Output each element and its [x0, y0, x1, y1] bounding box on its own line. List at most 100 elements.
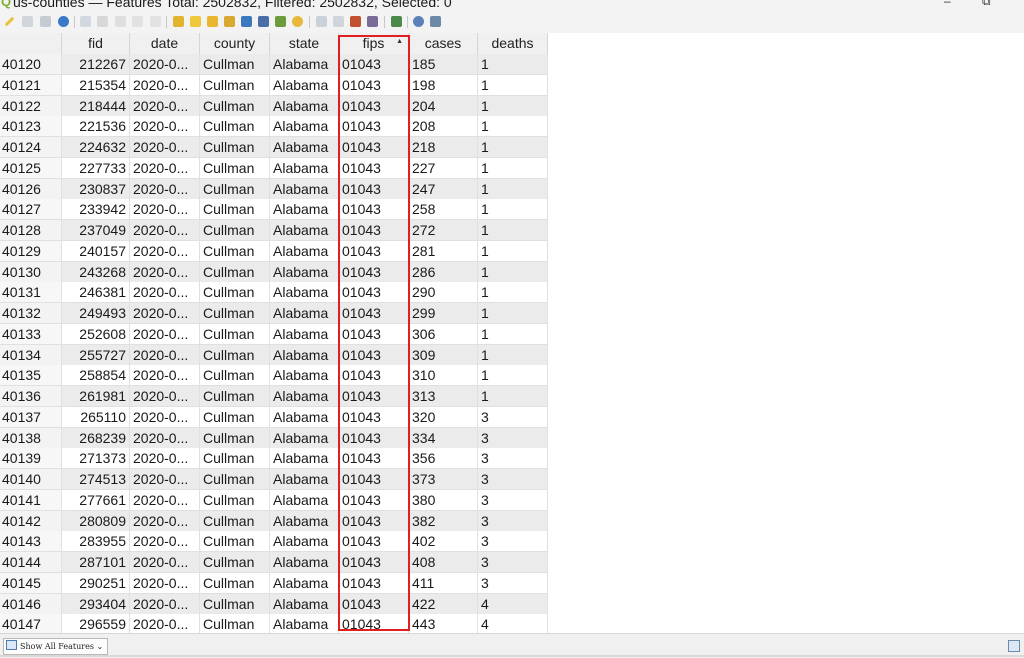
cell-state[interactable]: Alabama	[270, 303, 339, 324]
cell-state[interactable]: Alabama	[270, 116, 339, 138]
cell-cases[interactable]: 272	[409, 220, 478, 241]
cell-deaths[interactable]: 1	[478, 323, 548, 345]
cell-fips[interactable]: 01043	[339, 406, 409, 428]
cell-fid[interactable]: 212267	[62, 54, 130, 75]
cell-fid[interactable]: 237049	[62, 220, 130, 241]
table-row[interactable]: 40144 287101 2020-0... Cullman Alabama 01043 4…	[0, 552, 548, 573]
cell-deaths[interactable]: 1	[478, 344, 548, 366]
cell-cases[interactable]: 373	[409, 469, 478, 490]
cell-fid[interactable]: 268239	[62, 427, 130, 449]
cell-fid[interactable]: 283955	[62, 531, 130, 553]
cell-cases[interactable]: 411	[409, 572, 478, 594]
cell-fips[interactable]: 01043	[339, 157, 409, 179]
cell-date[interactable]: 2020-0...	[130, 531, 200, 553]
cell-fips[interactable]: 01043	[339, 137, 409, 158]
cell-fid[interactable]: 227733	[62, 157, 130, 179]
cell-cases[interactable]: 382	[409, 510, 478, 532]
cell-state[interactable]: Alabama	[270, 572, 339, 594]
cell-state[interactable]: Alabama	[270, 531, 339, 553]
cell-fid[interactable]: 265110	[62, 406, 130, 428]
table-row[interactable]: 40136 261981 2020-0... Cullman Alabama 01043 3…	[0, 386, 548, 407]
cell-fid[interactable]: 277661	[62, 489, 130, 511]
cell-fips[interactable]: 01043	[339, 344, 409, 366]
column-header-fips[interactable]: fips ▲	[339, 33, 409, 54]
cell-fips[interactable]: 01043	[339, 365, 409, 387]
cell-date[interactable]: 2020-0...	[130, 95, 200, 117]
dock-icon[interactable]	[413, 16, 424, 27]
row-header[interactable]: 40131	[0, 282, 62, 304]
column-header-state[interactable]: state	[270, 33, 339, 54]
cell-deaths[interactable]: 3	[478, 406, 548, 428]
cell-state[interactable]: Alabama	[270, 448, 339, 470]
restore-button[interactable]: ⧉	[982, 0, 991, 8]
cell-county[interactable]: Cullman	[200, 178, 270, 200]
cell-fips[interactable]: 01043	[339, 593, 409, 615]
cell-county[interactable]: Cullman	[200, 261, 270, 283]
delete-field-icon[interactable]	[333, 16, 344, 27]
cell-deaths[interactable]: 3	[478, 427, 548, 449]
cell-fid[interactable]: 271373	[62, 448, 130, 470]
row-header[interactable]: 40141	[0, 489, 62, 511]
cell-date[interactable]: 2020-0...	[130, 137, 200, 158]
cell-county[interactable]: Cullman	[200, 427, 270, 449]
table-row[interactable]: 40124 224632 2020-0... Cullman Alabama 01043 2…	[0, 137, 548, 158]
cell-fid[interactable]: 243268	[62, 261, 130, 283]
cell-fid[interactable]: 230837	[62, 178, 130, 200]
row-header[interactable]: 40140	[0, 469, 62, 490]
cell-fips[interactable]: 01043	[339, 54, 409, 75]
cell-fips[interactable]: 01043	[339, 74, 409, 96]
cell-cases[interactable]: 402	[409, 531, 478, 553]
cell-cases[interactable]: 218	[409, 137, 478, 158]
row-header[interactable]: 40146	[0, 593, 62, 615]
cell-cases[interactable]: 247	[409, 178, 478, 200]
column-header-county[interactable]: county	[200, 33, 270, 54]
cell-date[interactable]: 2020-0...	[130, 199, 200, 221]
row-header[interactable]: 40142	[0, 510, 62, 532]
cell-date[interactable]: 2020-0...	[130, 365, 200, 387]
row-header[interactable]: 40122	[0, 95, 62, 117]
row-header[interactable]: 40125	[0, 157, 62, 179]
cell-state[interactable]: Alabama	[270, 240, 339, 262]
cell-state[interactable]: Alabama	[270, 510, 339, 532]
cell-date[interactable]: 2020-0...	[130, 427, 200, 449]
table-view-icon[interactable]	[430, 16, 441, 27]
table-row[interactable]: 40129 240157 2020-0... Cullman Alabama 01043 2…	[0, 240, 548, 262]
cell-date[interactable]: 2020-0...	[130, 344, 200, 366]
cell-date[interactable]: 2020-0...	[130, 178, 200, 200]
cell-deaths[interactable]: 3	[478, 531, 548, 553]
row-header[interactable]: 40130	[0, 261, 62, 283]
row-header[interactable]: 40124	[0, 137, 62, 158]
row-header[interactable]: 40132	[0, 303, 62, 324]
column-header-date[interactable]: date	[130, 33, 200, 54]
cell-county[interactable]: Cullman	[200, 344, 270, 366]
row-header[interactable]: 40121	[0, 74, 62, 96]
row-header[interactable]: 40147	[0, 614, 62, 633]
cell-county[interactable]: Cullman	[200, 531, 270, 553]
cell-state[interactable]: Alabama	[270, 406, 339, 428]
cell-cases[interactable]: 309	[409, 344, 478, 366]
cell-state[interactable]: Alabama	[270, 469, 339, 490]
row-header[interactable]: 40136	[0, 386, 62, 407]
cell-county[interactable]: Cullman	[200, 282, 270, 304]
cell-fips[interactable]: 01043	[339, 240, 409, 262]
row-header[interactable]: 40144	[0, 552, 62, 573]
cell-fips[interactable]: 01043	[339, 572, 409, 594]
cell-deaths[interactable]: 1	[478, 199, 548, 221]
table-row[interactable]: 40142 280809 2020-0... Cullman Alabama 01043 3…	[0, 510, 548, 532]
cell-fips[interactable]: 01043	[339, 178, 409, 200]
cell-date[interactable]: 2020-0...	[130, 572, 200, 594]
cell-cases[interactable]: 299	[409, 303, 478, 324]
cell-fips[interactable]: 01043	[339, 469, 409, 490]
cell-fid[interactable]: 233942	[62, 199, 130, 221]
cell-cases[interactable]: 313	[409, 386, 478, 407]
column-header-deaths[interactable]: deaths	[478, 33, 548, 54]
row-header[interactable]: 40127	[0, 199, 62, 221]
cell-date[interactable]: 2020-0...	[130, 593, 200, 615]
cell-deaths[interactable]: 1	[478, 116, 548, 138]
cell-county[interactable]: Cullman	[200, 489, 270, 511]
cell-fips[interactable]: 01043	[339, 261, 409, 283]
row-header[interactable]: 40128	[0, 220, 62, 241]
cell-deaths[interactable]: 1	[478, 282, 548, 304]
cell-deaths[interactable]: 1	[478, 220, 548, 241]
table-row[interactable]: 40128 237049 2020-0... Cullman Alabama 01043 2…	[0, 220, 548, 241]
